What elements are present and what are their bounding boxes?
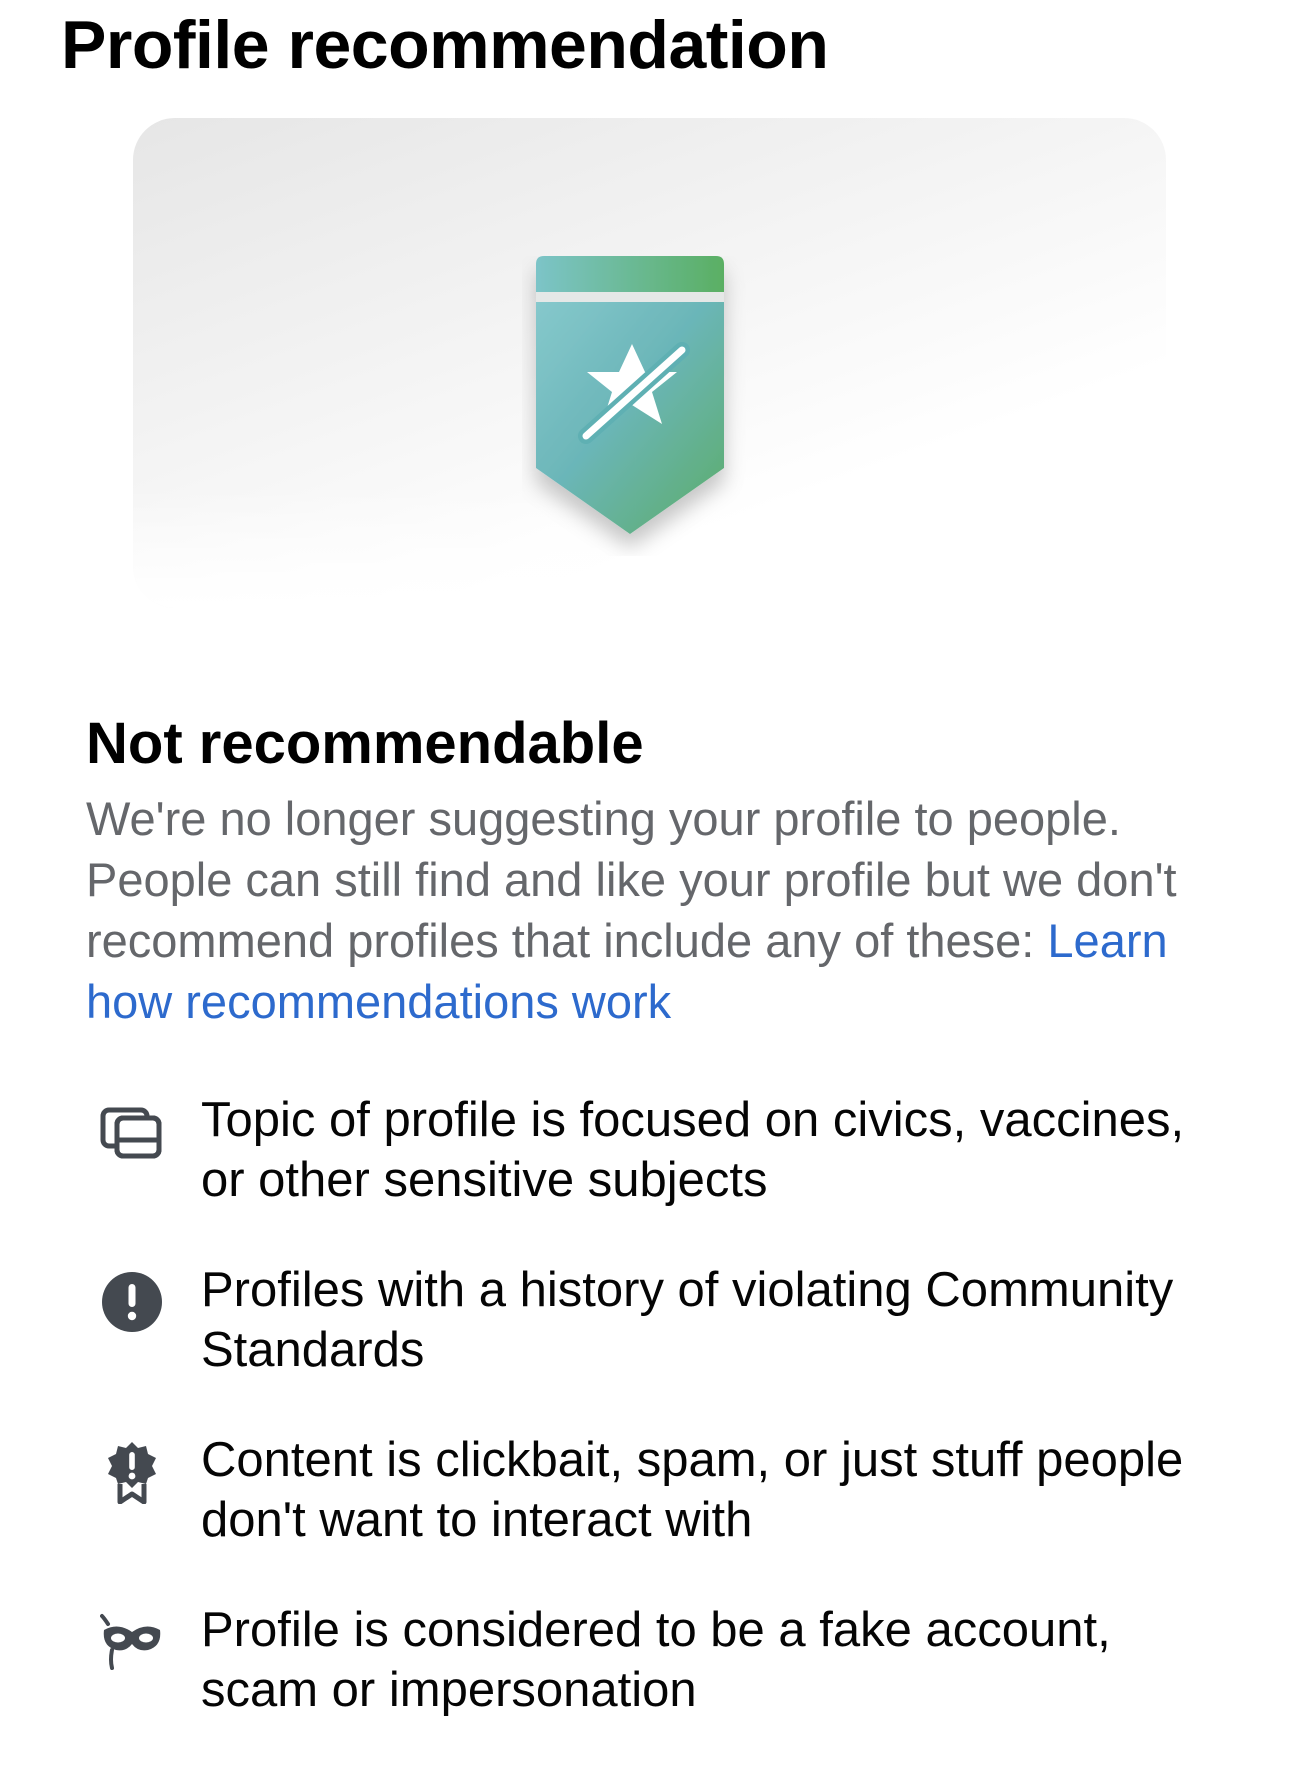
- reason-item: Content is clickbait, spam, or just stuf…: [86, 1432, 1226, 1602]
- reason-text: Profile is considered to be a fake accou…: [201, 1603, 1111, 1717]
- reason-text: Profiles with a history of violating Com…: [201, 1263, 1174, 1377]
- mask-icon: [100, 1614, 161, 1670]
- reason-list: Topic of profile is focused on civics, v…: [86, 1092, 1226, 1772]
- reason-item: Profile is considered to be a fake accou…: [86, 1602, 1226, 1772]
- reason-item: Topic of profile is focused on civics, v…: [86, 1092, 1226, 1262]
- page-title: Profile recommendation: [61, 7, 829, 83]
- reason-text: Content is clickbait, spam, or just stuf…: [201, 1433, 1184, 1547]
- status-title: Not recommendable: [86, 711, 644, 776]
- status-description: We're no longer suggesting your profile …: [86, 788, 1226, 1032]
- reason-item: Profiles with a history of violating Com…: [86, 1262, 1226, 1432]
- sensitive-topics-icon: [100, 1107, 162, 1159]
- status-description-text: We're no longer suggesting your profile …: [86, 792, 1177, 967]
- recommendation-status: Not recommendable We're no longer sugges…: [86, 704, 1226, 1032]
- warning-badge-icon: [108, 1442, 156, 1504]
- recommendation-off-badge-icon: [536, 256, 724, 534]
- alert-circle-icon: [102, 1272, 162, 1332]
- reason-text: Topic of profile is focused on civics, v…: [201, 1093, 1185, 1207]
